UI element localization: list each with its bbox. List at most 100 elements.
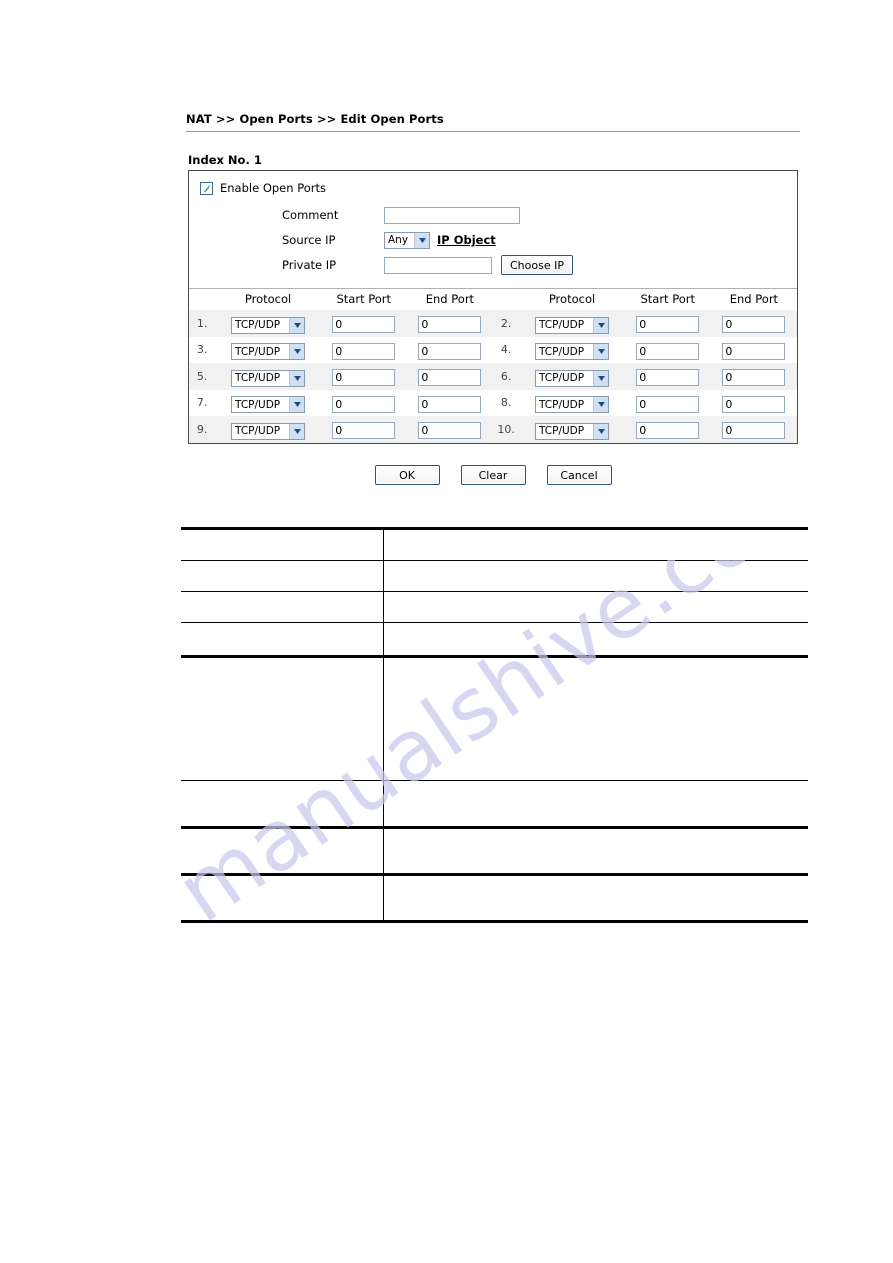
clear-button[interactable]: Clear (460, 465, 526, 485)
description-label-cell (181, 591, 384, 623)
protocol-cell: TCP/UDP (215, 337, 320, 364)
chevron-down-icon (289, 423, 305, 439)
end-port-cell (710, 310, 797, 337)
end-port-input[interactable] (722, 395, 786, 413)
description-label (181, 781, 383, 826)
header-protocol-right: Protocol (548, 292, 596, 306)
end-port-cell (406, 310, 493, 337)
end-port-input[interactable] (418, 316, 482, 334)
description-text (384, 592, 808, 622)
start-port-input[interactable] (636, 369, 700, 387)
end-port-input[interactable] (418, 422, 482, 440)
enable-open-ports-checkbox[interactable] (200, 181, 213, 195)
breadcrumb-text: NAT >> Open Ports >> Edit Open Ports (186, 112, 444, 126)
description-row (181, 560, 808, 592)
description-label (181, 592, 383, 622)
description-label (181, 530, 383, 560)
protocol-selected-value: TCP/UDP (235, 425, 281, 437)
protocol-cell: TCP/UDP (215, 310, 321, 337)
row-index-label: 2. (500, 316, 512, 330)
row-index-cell: 4. (493, 337, 519, 364)
start-port-input[interactable] (636, 316, 700, 334)
row-index-label: 6. (500, 369, 512, 383)
start-port-input[interactable] (332, 369, 396, 387)
comment-label: Comment (282, 208, 339, 222)
protocol-selected-value: TCP/UDP (539, 319, 585, 331)
choose-ip-button[interactable]: Choose IP (501, 255, 573, 275)
protocol-select[interactable]: TCP/UDP (231, 343, 306, 360)
protocol-selected-value: TCP/UDP (235, 398, 281, 411)
source-ip-row: Source IP Any IP Object (189, 229, 797, 251)
start-port-input[interactable] (332, 342, 396, 360)
private-ip-input[interactable] (384, 256, 492, 274)
header-protocol-left: Protocol (244, 292, 292, 306)
header-end-port-left: End Port (425, 292, 475, 306)
start-port-input[interactable] (636, 342, 700, 360)
protocol-select[interactable]: TCP/UDP (535, 396, 609, 413)
header-spacer-right (493, 289, 519, 310)
row-index-cell: 3. (189, 337, 215, 364)
protocol-selected-value: TCP/UDP (539, 398, 585, 411)
source-ip-selected-value: Any (388, 234, 409, 246)
description-text-cell (383, 591, 808, 623)
start-port-cell (320, 363, 407, 390)
protocol-select[interactable]: TCP/UDP (535, 369, 609, 387)
start-port-input[interactable] (636, 422, 700, 440)
end-port-cell (406, 363, 493, 390)
description-label-cell (181, 826, 384, 875)
protocol-select[interactable]: TCP/UDP (231, 422, 306, 440)
cancel-button[interactable]: Cancel (546, 465, 612, 485)
description-label (181, 658, 383, 780)
description-table-body (181, 527, 808, 923)
description-label-cell (181, 560, 384, 592)
end-port-input[interactable] (722, 342, 786, 360)
ok-button[interactable]: OK (374, 465, 440, 485)
protocol-select[interactable]: TCP/UDP (231, 369, 306, 387)
comment-input[interactable] (384, 206, 520, 224)
start-port-cell (624, 310, 711, 337)
start-port-input[interactable] (332, 395, 396, 413)
end-port-input[interactable] (418, 342, 482, 360)
enable-open-ports-row[interactable]: Enable Open Ports (189, 181, 797, 195)
start-port-cell (321, 337, 407, 364)
protocol-select[interactable]: TCP/UDP (231, 316, 306, 334)
end-port-input[interactable] (418, 369, 482, 387)
protocol-selected-value: TCP/UDP (235, 345, 281, 358)
end-port-input[interactable] (722, 316, 786, 334)
row-index-cell: 2. (492, 310, 520, 337)
row-index-cell: 5. (189, 363, 216, 390)
description-text (384, 530, 808, 560)
row-index-label: 7. (196, 396, 208, 410)
end-port-input[interactable] (722, 369, 786, 387)
source-ip-select[interactable]: Any (384, 231, 430, 249)
chevron-down-icon (289, 370, 305, 386)
description-text-cell (383, 780, 808, 828)
row-index-label: 8. (500, 396, 512, 410)
end-port-input[interactable] (722, 422, 786, 440)
comment-row: Comment (189, 204, 797, 226)
protocol-select[interactable]: TCP/UDP (535, 422, 609, 440)
header-start-port-left: Start Port (336, 292, 392, 306)
row-index-cell: 10. (492, 416, 520, 443)
panel-form-section: Enable Open Ports Comment Source IP Any … (189, 171, 797, 289)
end-port-input[interactable] (418, 395, 482, 413)
start-port-input[interactable] (332, 316, 396, 334)
protocol-select[interactable]: TCP/UDP (231, 396, 306, 413)
chevron-down-icon (289, 344, 305, 359)
description-label-cell (181, 622, 384, 657)
table-row: 5. TCP/UDP 6. TCP/UDP (189, 363, 797, 390)
description-text (384, 623, 808, 655)
description-row (181, 655, 808, 781)
description-row (181, 622, 808, 657)
protocol-select[interactable]: TCP/UDP (535, 343, 609, 360)
start-port-input[interactable] (636, 395, 700, 413)
protocol-select[interactable]: TCP/UDP (535, 316, 609, 334)
row-index-label: 1. (196, 316, 208, 330)
description-text (384, 658, 808, 780)
end-port-cell (710, 363, 797, 390)
description-text (384, 781, 808, 826)
start-port-input[interactable] (332, 422, 396, 440)
start-port-cell (320, 416, 407, 443)
start-port-cell (625, 337, 711, 364)
ip-object-link[interactable]: IP Object (437, 233, 496, 247)
